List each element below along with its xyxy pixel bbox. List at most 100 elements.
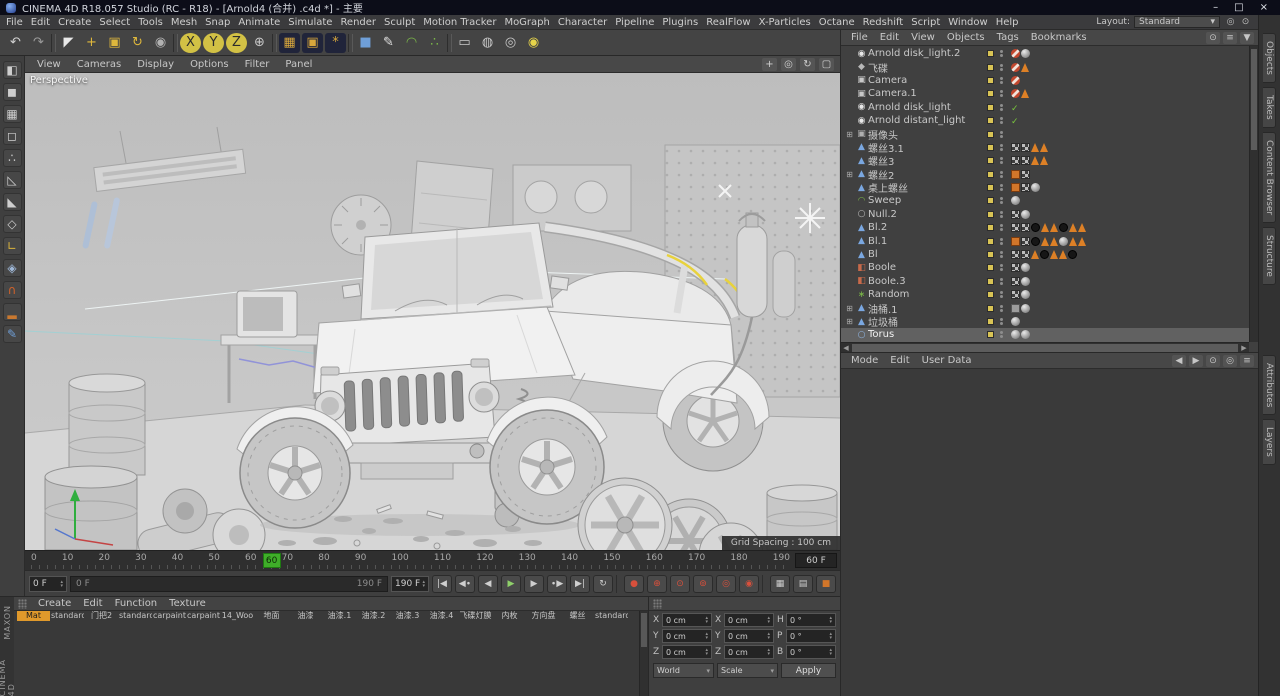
layer-color-chip[interactable] — [987, 63, 994, 71]
material-item[interactable]: carpaint — [187, 611, 220, 621]
layer-color-chip[interactable] — [987, 237, 994, 245]
side-tab[interactable]: Attributes — [1263, 355, 1276, 416]
menu-item[interactable]: Sculpt — [380, 17, 419, 28]
prev-key-button[interactable]: ◀∙ — [455, 574, 475, 593]
visibility-dots[interactable] — [997, 251, 1006, 259]
expand-toggle[interactable]: ⊞ — [844, 317, 855, 326]
attr-menu-item[interactable]: Mode — [845, 355, 884, 366]
tri-tag-icon[interactable] — [1050, 250, 1058, 260]
tri-tag-icon[interactable] — [1069, 223, 1077, 233]
coord-space-dropdown[interactable]: World — [653, 663, 714, 678]
points-mode-icon[interactable]: ∴ — [2, 149, 22, 167]
tag-list[interactable] — [1011, 317, 1020, 326]
material-item[interactable] — [51, 622, 84, 632]
sphere-tag-icon[interactable] — [1021, 263, 1030, 273]
current-frame-field[interactable]: 60 F — [795, 553, 837, 568]
next-key-button[interactable]: ∙▶ — [547, 574, 567, 593]
object-name[interactable]: Boole — [868, 262, 984, 273]
panel-grip-icon[interactable] — [18, 598, 27, 609]
object-name[interactable]: Arnold disk_light.2 — [868, 48, 984, 59]
record-key-button[interactable]: ● — [624, 574, 644, 593]
material-item[interactable]: 油漆.1 — [323, 611, 356, 621]
orsq-tag-icon[interactable] — [1011, 169, 1020, 179]
edges-mode-icon[interactable]: ◺ — [2, 171, 22, 189]
expand-toggle[interactable]: ⊞ — [844, 170, 855, 179]
viewport-menu-item[interactable]: Display — [129, 59, 182, 70]
tag-list[interactable] — [1011, 196, 1020, 206]
visibility-dots[interactable] — [997, 291, 1006, 299]
tag-list[interactable] — [1011, 142, 1048, 152]
layer-color-chip[interactable] — [987, 76, 994, 84]
tweak-mode-icon[interactable]: ◇ — [2, 215, 22, 233]
tri-tag-icon[interactable] — [1031, 142, 1039, 152]
visibility-dots[interactable] — [997, 210, 1006, 218]
material-item[interactable] — [119, 622, 152, 632]
toolbar-divider[interactable] — [272, 33, 277, 52]
render-settings-icon[interactable]: * — [325, 32, 346, 53]
visibility-dots[interactable] — [997, 143, 1006, 151]
tag-list[interactable] — [1011, 75, 1020, 85]
tri-tag-icon[interactable] — [1041, 223, 1049, 233]
om-horizontal-scrollbar[interactable]: ◀ ▶ — [841, 342, 1249, 352]
object-name[interactable]: Arnold disk_light — [868, 102, 984, 113]
object-row[interactable]: ▲ 螺丝3 — [841, 154, 1249, 168]
object-row[interactable]: ⊞ ▲ 油桶.1 — [841, 301, 1249, 316]
autokey-button[interactable]: ◉ — [739, 574, 759, 593]
bend-deformer-icon[interactable]: ◠ — [401, 33, 422, 53]
visibility-dots[interactable] — [997, 63, 1006, 71]
visibility-dots[interactable] — [997, 264, 1006, 272]
checker-tag-icon[interactable] — [1021, 223, 1030, 233]
spline-pen-icon[interactable]: ✎ — [378, 33, 399, 53]
zoom-view-icon[interactable]: ◎ — [781, 57, 796, 71]
visibility-dots[interactable] — [997, 304, 1006, 312]
no-tag-icon[interactable] — [1011, 62, 1020, 72]
viewport-canvas[interactable]: Perspective Grid Spacing : 100 cm — [25, 73, 840, 550]
menu-item[interactable]: Motion Tracker — [419, 17, 500, 28]
om-menu-item[interactable]: Objects — [941, 32, 991, 43]
menu-item[interactable]: Help — [992, 17, 1023, 28]
layer-color-chip[interactable] — [987, 318, 994, 325]
visibility-dots[interactable] — [997, 157, 1006, 165]
render-picture-viewer-icon[interactable]: ▣ — [302, 32, 323, 53]
orsq-tag-icon[interactable] — [1011, 183, 1020, 193]
enable-axis-icon[interactable]: ∟ — [2, 237, 22, 255]
visibility-dots[interactable] — [997, 184, 1006, 192]
object-row[interactable]: ⊞ ▲ 垃圾桶 — [841, 315, 1249, 329]
menu-item[interactable]: Render — [336, 17, 380, 28]
material-item[interactable]: 油漆.3 — [391, 611, 424, 621]
checker-tag-icon[interactable] — [1011, 209, 1020, 219]
tri-tag-icon[interactable] — [1041, 236, 1049, 246]
om-vertical-scrollbar[interactable] — [1249, 46, 1258, 342]
layout-dropdown[interactable]: Standard ▾ — [1134, 16, 1220, 28]
tri-tag-icon[interactable] — [1069, 236, 1077, 246]
history-forward-icon[interactable]: ▶ — [1189, 354, 1203, 367]
redo-icon[interactable]: ↷ — [28, 33, 49, 53]
size-field[interactable]: 0 cm — [724, 629, 774, 643]
camera-icon[interactable]: ◎ — [500, 33, 521, 53]
expand-toggle[interactable]: ⊞ — [844, 130, 855, 139]
check-tag-icon[interactable] — [1011, 103, 1020, 112]
workplane-snap-icon[interactable]: ▂ — [2, 303, 22, 321]
object-row[interactable]: ◠ Sweep — [841, 194, 1249, 207]
object-row[interactable]: ▲ Bl.1 — [841, 234, 1249, 247]
dotk-tag-icon[interactable] — [1040, 250, 1049, 260]
apply-button[interactable]: Apply — [781, 663, 836, 678]
layer-color-chip[interactable] — [987, 197, 994, 205]
toolbar-divider[interactable] — [447, 33, 452, 52]
sphere-tag-icon[interactable] — [1021, 209, 1030, 219]
layer-color-chip[interactable] — [987, 224, 994, 232]
rotation-field[interactable]: 0 ° — [786, 613, 836, 627]
tri-tag-icon[interactable] — [1021, 62, 1029, 72]
om-menu-item[interactable]: Tags — [991, 32, 1025, 43]
layer-color-chip[interactable] — [987, 117, 994, 125]
stepper-icon[interactable] — [705, 616, 708, 624]
material-item[interactable]: Mat — [17, 611, 50, 621]
model-mode-icon[interactable]: ◼ — [2, 83, 22, 101]
scroll-right-icon[interactable]: ▶ — [1239, 344, 1249, 352]
material-item[interactable] — [187, 622, 220, 632]
visibility-dots[interactable] — [997, 130, 1006, 138]
menu-item[interactable]: Script — [907, 17, 944, 28]
object-name[interactable]: Camera — [868, 75, 984, 86]
object-row[interactable]: ▲ 螺丝3.1 — [841, 141, 1249, 155]
material-item[interactable] — [391, 622, 424, 632]
